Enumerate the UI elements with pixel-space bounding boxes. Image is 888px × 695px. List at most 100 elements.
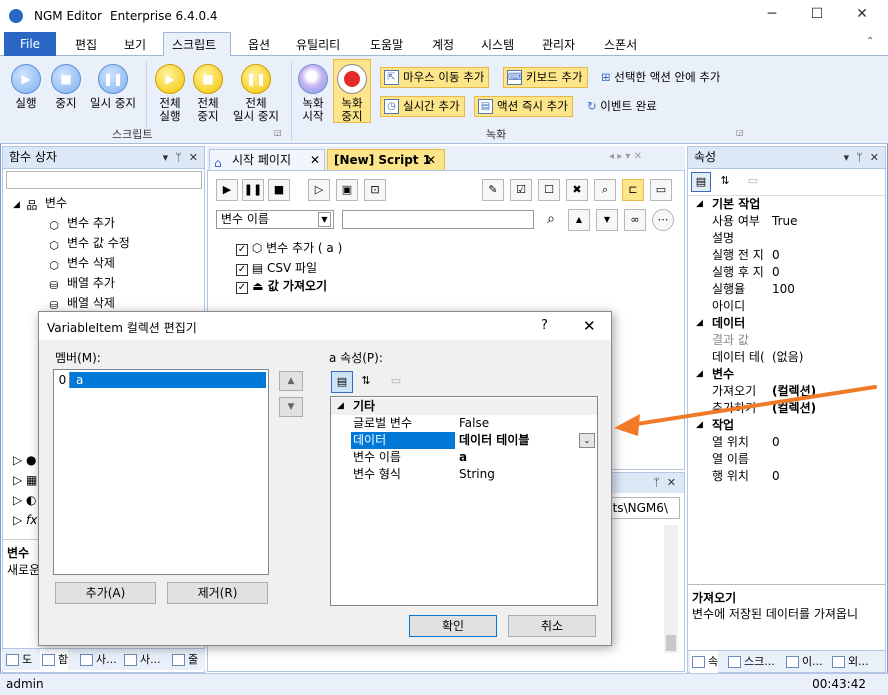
menu-script[interactable]: 스크립트 [172, 36, 216, 53]
tree-node-collapsed[interactable]: ▷ ▦ [13, 473, 37, 487]
add-member-button[interactable]: 추가(A) [55, 582, 156, 604]
tree-node-collapsed[interactable]: ▷ ◐ [13, 493, 37, 507]
run-all-button[interactable]: ▶ 전체 실행 [152, 64, 188, 123]
stop-all-button[interactable]: ■ 전체 중지 [190, 64, 226, 123]
remove-member-button[interactable]: 제거(R) [167, 582, 268, 604]
ribbon-collapse-icon[interactable]: ⌃ [866, 36, 874, 47]
record-start-button[interactable]: 녹화 시작 [296, 64, 330, 123]
prop-row-row-pos[interactable]: 행 위치 0 [688, 468, 884, 485]
menu-edit[interactable]: 편집 [75, 36, 97, 53]
dialog-category-misc[interactable]: ◢ 기타 [331, 398, 597, 415]
member-item[interactable]: 0 a [56, 372, 266, 388]
dialog-row-var-name[interactable]: 변수 이름 a [331, 449, 597, 466]
tab-scroll-icon[interactable]: ◂ ▸ ▾ ✕ [609, 151, 642, 162]
step-into-icon[interactable]: ▣ [336, 179, 358, 201]
panel-pin-icon[interactable]: ▾ ᛘ ✕ [163, 147, 198, 168]
run-button[interactable]: ▶ 실행 [8, 64, 44, 110]
tree-item-add-variable[interactable]: ⬡ 변수 추가 [47, 214, 115, 232]
dialog-row-var-type[interactable]: 변수 형식 String [331, 466, 597, 483]
add-in-selected-button[interactable]: ⊞ 선택한 액션 안에 추가 [601, 69, 720, 85]
pause-all-button[interactable]: ❚❚ 전체 일시 중지 [228, 64, 284, 123]
property-pages-icon[interactable]: ▭ [743, 172, 763, 192]
prop-row-use[interactable]: 사용 여부 True [688, 213, 884, 230]
dialog-help-button[interactable]: ? [541, 318, 548, 333]
stop-script-icon[interactable]: ■ [268, 179, 290, 201]
maximize-icon[interactable]: ☐ [807, 6, 827, 26]
script-line[interactable]: ✓ ▤ CSV 파일 [236, 259, 317, 276]
next-result-icon[interactable]: ▼ [596, 209, 618, 231]
menu-admin[interactable]: 관리자 [542, 36, 575, 53]
close-tab-icon[interactable]: ✕ [426, 150, 436, 170]
monitor-icon[interactable]: ▭ [650, 179, 672, 201]
menu-sponsor[interactable]: 스폰서 [604, 36, 637, 53]
members-list[interactable]: 0 a [53, 369, 269, 575]
tree-node-collapsed[interactable]: ▷ ● [13, 453, 37, 467]
tree-item-edit-variable[interactable]: ⬡ 변수 값 수정 [47, 234, 130, 252]
prev-result-icon[interactable]: ▲ [568, 209, 590, 231]
prop-row-col-name[interactable]: 열 이름 [688, 451, 884, 468]
tree-item-delete-array[interactable]: ⛁ 배열 삭제 [47, 294, 115, 312]
menu-help[interactable]: 도움말 [370, 36, 403, 53]
uncheck-icon[interactable]: ☐ [538, 179, 560, 201]
add-keyboard-button[interactable]: ⌨ 키보드 추가 [503, 67, 588, 88]
prop-row-wait-after[interactable]: 실행 후 지0 [688, 264, 884, 281]
loop-icon[interactable]: ∞ [624, 209, 646, 231]
menu-account[interactable]: 계정 [432, 36, 454, 53]
menu-options[interactable]: 옵션 [248, 36, 270, 53]
tree-node-variable[interactable]: ◢ 品 변수 [13, 194, 67, 212]
property-pages-icon[interactable]: ▭ [385, 371, 407, 393]
tab-external[interactable]: 외... [830, 651, 869, 673]
prop-row-id[interactable]: 아이디 [688, 298, 884, 315]
find-icon[interactable]: ⌕ [594, 179, 616, 201]
checkbox-checked-icon[interactable]: ✓ [236, 244, 248, 256]
prop-row-desc[interactable]: 설명 [688, 230, 884, 247]
menu-view[interactable]: 보기 [124, 36, 146, 53]
more-icon[interactable]: ⋯ [652, 209, 674, 231]
tab-script-list[interactable]: 스크... [726, 651, 775, 673]
ok-button[interactable]: 확인 [409, 615, 497, 637]
categorized-icon[interactable]: ▤ [691, 172, 711, 192]
script-line[interactable]: ✓ ⏏ 값 가져오기 [236, 277, 327, 294]
script-search-input[interactable] [342, 210, 534, 229]
tab-users[interactable]: 사... [78, 649, 117, 671]
prop-row-rate[interactable]: 실행율 100 [688, 281, 884, 298]
prop-category-basic[interactable]: ◢ 기본 작업 [688, 196, 884, 213]
step-over-icon[interactable]: ⊡ [364, 179, 386, 201]
tab-start-page[interactable]: ⌂ 시작 페이지 ✕ [209, 149, 325, 171]
dialog-close-icon[interactable]: ✕ [583, 317, 596, 335]
tree-view-icon[interactable]: ⊏ [622, 179, 644, 201]
tab-lines[interactable]: 줄 [170, 649, 198, 671]
group-launcher-icon[interactable]: ◲ [736, 128, 744, 137]
tab-functions[interactable]: 함 [40, 649, 69, 671]
play-script-icon[interactable]: ▶ [216, 179, 238, 201]
prop-row-wait-before[interactable]: 실행 전 지0 [688, 247, 884, 264]
menu-system[interactable]: 시스템 [481, 36, 514, 53]
event-done-button[interactable]: ↻ 이벤트 완료 [587, 98, 657, 114]
prop-category-data[interactable]: ◢ 데이터 [688, 315, 884, 332]
menu-file[interactable]: File [4, 32, 56, 56]
step-icon[interactable]: ▷ [308, 179, 330, 201]
dialog-row-global[interactable]: 글로벌 변수 False [331, 415, 597, 432]
checkbox-checked-icon[interactable]: ✓ [236, 264, 248, 276]
dropdown-chevron-icon[interactable]: ⌄ [579, 433, 595, 448]
record-stop-button[interactable]: 녹화 중지 [334, 64, 370, 123]
add-action-now-button[interactable]: ▤ 액션 즉시 추가 [474, 96, 573, 117]
tab-user-functions[interactable]: 사... [122, 649, 161, 671]
close-window-icon[interactable]: ✕ [852, 6, 872, 26]
tab-script-1[interactable]: [New] Script 1 ✕ [327, 149, 445, 171]
menu-utility[interactable]: 유틸리티 [296, 36, 340, 53]
panel-pin-icon[interactable]: ᛘ ✕ [653, 476, 676, 489]
sort-alpha-icon[interactable]: ⇅ [355, 371, 377, 393]
search-icon[interactable]: ⌕ [540, 209, 562, 231]
sort-alpha-icon[interactable]: ⇅ [715, 172, 735, 192]
edit-icon[interactable]: ✎ [482, 179, 504, 201]
cancel-button[interactable]: 취소 [508, 615, 596, 637]
tab-image[interactable]: 이... [784, 651, 823, 673]
output-scrollbar[interactable] [664, 525, 678, 653]
function-search-input[interactable] [6, 171, 202, 189]
stop-button[interactable]: ■ 중지 [48, 64, 84, 110]
tree-item-add-array[interactable]: ⛁ 배열 추가 [47, 274, 115, 292]
minimize-icon[interactable]: ─ [762, 6, 782, 26]
script-line[interactable]: ✓ ⬡ 변수 추가 ( a ) [236, 239, 342, 256]
tree-item-delete-variable[interactable]: ⬡ 변수 삭제 [47, 254, 115, 272]
